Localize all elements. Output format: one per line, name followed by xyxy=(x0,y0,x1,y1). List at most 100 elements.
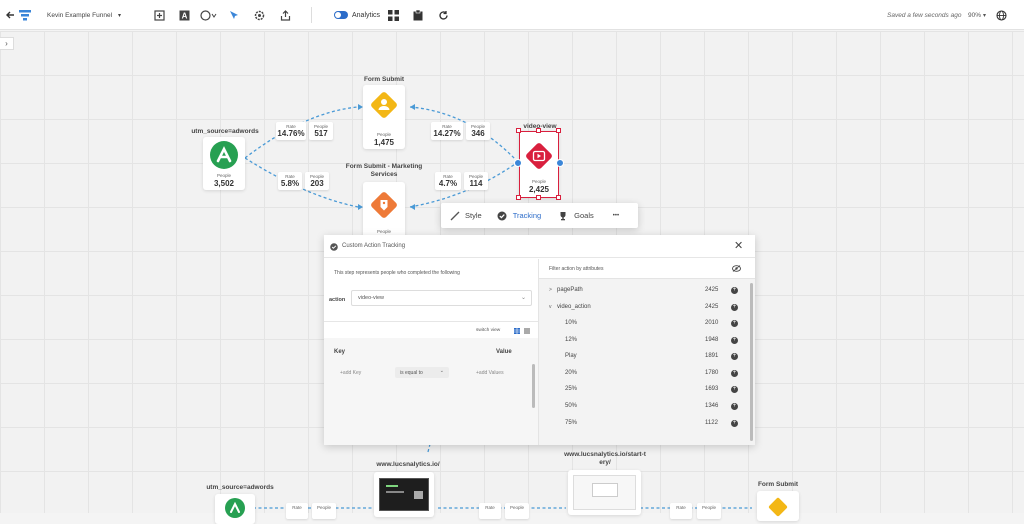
adwords-icon xyxy=(210,141,238,169)
attribute-label: Play xyxy=(565,353,577,360)
style-tab[interactable]: Style xyxy=(450,211,482,221)
resize-handle[interactable] xyxy=(556,195,561,200)
stat-people: People 203 xyxy=(305,172,329,190)
attribute-value-row[interactable]: 50% 1346 + xyxy=(539,401,747,413)
panel-header: Custom Action Tracking ✕ xyxy=(324,235,755,258)
node-video-view[interactable]: People 2,425 xyxy=(519,131,559,198)
page-thumbnail xyxy=(379,478,429,511)
add-filter-icon[interactable]: + xyxy=(731,419,738,427)
attribute-row[interactable]: v video_action 2425 + xyxy=(539,302,747,314)
add-filter-icon[interactable]: + xyxy=(731,369,738,377)
filter-header: Filter action by attributes xyxy=(539,259,755,279)
goals-tab[interactable]: Goals xyxy=(558,211,594,221)
goals-label: Goals xyxy=(574,211,594,220)
attribute-value-row[interactable]: 12% 1948 + xyxy=(539,335,747,347)
action-label: action xyxy=(329,297,346,303)
attribute-value-row[interactable]: 25% 1693 + xyxy=(539,384,747,396)
attribute-count: 2010 xyxy=(705,320,719,326)
attribute-value-row[interactable]: 20% 1780 + xyxy=(539,368,747,380)
brush-icon xyxy=(450,211,460,220)
scrollbar[interactable] xyxy=(532,364,535,408)
node-form-submit-title: Form Submit xyxy=(363,76,405,83)
attribute-count: 1891 xyxy=(705,353,719,360)
people-label: People xyxy=(376,229,391,234)
caret-icon: > xyxy=(549,287,552,293)
attribute-label: 12% xyxy=(565,336,578,343)
chevron-down-icon: ⌄ xyxy=(439,368,444,374)
stat-people: People xyxy=(697,503,721,519)
stat-people: People 346 xyxy=(466,122,490,140)
bottom-form-submit-title: Form Submit xyxy=(757,481,799,488)
stat-people: People xyxy=(505,503,529,519)
attribute-label: video_action xyxy=(557,303,591,310)
node-form-submit[interactable]: People 1,475 xyxy=(363,85,405,149)
operator-select[interactable]: is equal to ⌄ xyxy=(395,367,449,378)
attribute-row[interactable]: > pagePath 2425 + xyxy=(539,285,747,297)
caret-icon: v xyxy=(549,303,552,310)
stat-people: People xyxy=(312,503,336,519)
action-value: video-view xyxy=(358,295,384,301)
divider xyxy=(324,321,538,322)
attribute-count: 1780 xyxy=(705,369,719,376)
bottom-node-form-submit[interactable] xyxy=(757,491,799,521)
resize-handle[interactable] xyxy=(556,128,561,133)
form-user-icon xyxy=(768,497,788,517)
attribute-count: 1948 xyxy=(705,336,719,343)
table-view-icon[interactable] xyxy=(514,328,520,334)
connect-handle-left[interactable] xyxy=(514,159,522,167)
stat-people: People 114 xyxy=(464,172,488,190)
custom-action-tracking-panel: Custom Action Tracking ✕ This step repre… xyxy=(324,235,755,445)
resize-handle[interactable] xyxy=(516,128,521,133)
resize-handle[interactable] xyxy=(536,195,541,200)
step-description: This step represents people who complete… xyxy=(334,270,460,276)
add-filter-icon[interactable]: + xyxy=(731,336,738,344)
attribute-value-row[interactable]: 10% 2010 + xyxy=(539,318,747,330)
more-options-icon[interactable]: ••• xyxy=(613,213,619,219)
action-select[interactable]: video-view ⌄ xyxy=(351,290,532,306)
stat-rate: Rate xyxy=(479,503,501,519)
bottom-node-utm-title: utm_source=adwords xyxy=(206,484,274,491)
attribute-filter-column: Filter action by attributes > pagePath 242… xyxy=(538,259,755,445)
add-filter-icon[interactable]: + xyxy=(731,403,738,410)
add-filter-icon[interactable]: + xyxy=(731,287,738,294)
switch-view-link[interactable]: switch view xyxy=(476,328,500,333)
add-filter-icon[interactable]: + xyxy=(731,353,738,361)
attribute-label: 20% xyxy=(565,369,578,376)
bottom-node-site2[interactable] xyxy=(568,470,641,515)
list-view-icon[interactable] xyxy=(524,328,530,334)
node-form-submit-marketing[interactable]: People xyxy=(363,182,405,240)
attribute-value-row[interactable]: Play 1891 + xyxy=(539,351,747,363)
tag-icon xyxy=(371,192,397,218)
node-options-toolbar: Style Tracking Goals ••• xyxy=(441,203,638,228)
tracking-label: Tracking xyxy=(512,211,542,220)
stat-rate: Rate 5.8% xyxy=(278,172,302,190)
scrollbar[interactable] xyxy=(750,283,753,441)
tracking-tab[interactable]: Tracking xyxy=(497,211,541,221)
key-value-table: Key Value +add Key is equal to ⌄ +add Va… xyxy=(324,338,538,445)
video-play-icon xyxy=(526,143,552,169)
resize-handle[interactable] xyxy=(536,128,541,133)
add-filter-icon[interactable]: + xyxy=(731,386,738,394)
add-filter-icon[interactable]: + xyxy=(731,303,738,311)
bottom-node-site1[interactable] xyxy=(374,472,434,517)
people-label: People xyxy=(531,179,546,184)
stat-rate: Rate xyxy=(670,503,692,519)
resize-handle[interactable] xyxy=(516,195,521,200)
stat-rate: Rate 4.7% xyxy=(435,172,461,190)
hide-eye-icon[interactable] xyxy=(732,265,741,272)
attribute-label: pagePath xyxy=(557,287,583,293)
attribute-count: 1693 xyxy=(705,386,719,393)
page-thumbnail xyxy=(573,475,636,510)
bottom-node-utm[interactable] xyxy=(215,494,255,524)
attribute-value-row[interactable]: 75% 1122 + xyxy=(539,418,747,430)
add-filter-icon[interactable]: + xyxy=(731,320,738,327)
connect-handle-right[interactable] xyxy=(556,159,564,167)
close-icon[interactable]: ✕ xyxy=(734,239,743,252)
add-values-input[interactable]: +add Values xyxy=(476,370,504,376)
stat-people: People 517 xyxy=(309,122,333,140)
add-key-input[interactable]: +add Key xyxy=(340,370,361,376)
check-circle-icon xyxy=(497,211,507,220)
people-count: 1,475 xyxy=(373,138,395,147)
form-user-icon xyxy=(371,92,397,118)
node-utm-source[interactable]: People 3,502 xyxy=(203,137,245,190)
